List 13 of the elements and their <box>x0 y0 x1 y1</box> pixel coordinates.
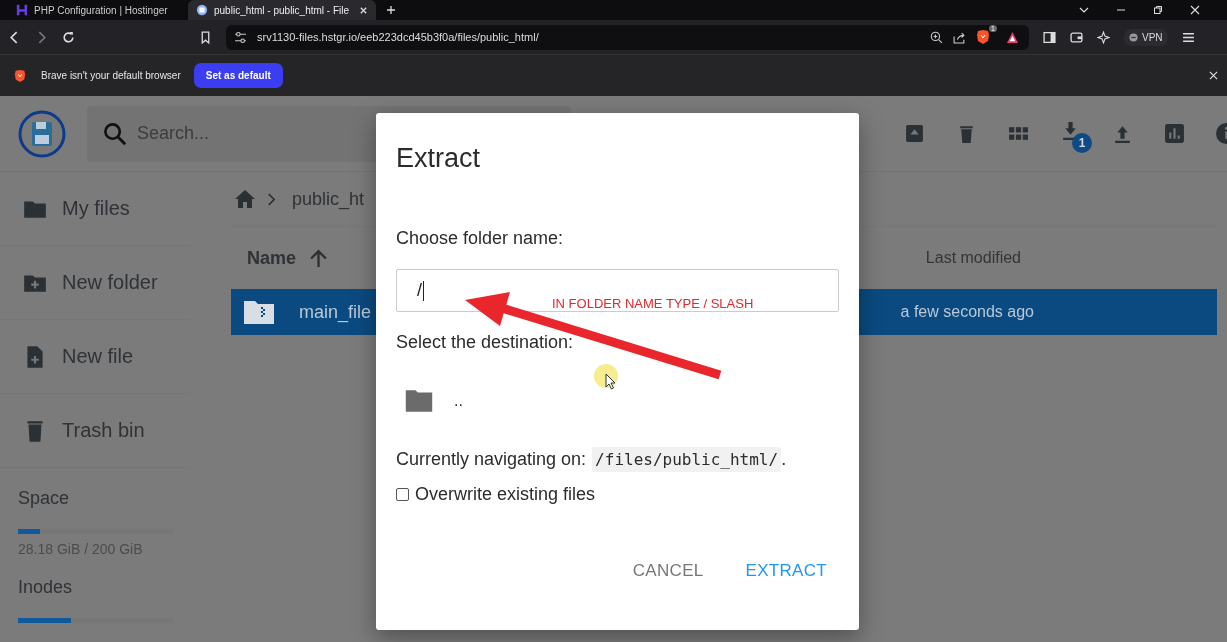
usage-label: Space <box>18 488 71 509</box>
info-message: Brave isn't your default browser <box>41 70 181 81</box>
usage-label: Inodes <box>18 577 74 598</box>
modified-time: a few seconds ago <box>900 303 1034 321</box>
checkbox-label: Overwrite existing files <box>415 484 596 505</box>
field-label: Choose folder name: <box>396 228 564 249</box>
period-text: . <box>781 449 787 470</box>
destination-label: Select the destination: <box>396 332 574 353</box>
navigation-text: Currently navigating on: <box>396 449 587 470</box>
file-name: main_file <box>299 301 372 323</box>
current-path: /files/public_html/ <box>592 447 782 472</box>
count-badge: 1 <box>1072 133 1092 153</box>
annotation-text: IN FOLDER NAME TYPE / SLASH <box>552 296 754 311</box>
